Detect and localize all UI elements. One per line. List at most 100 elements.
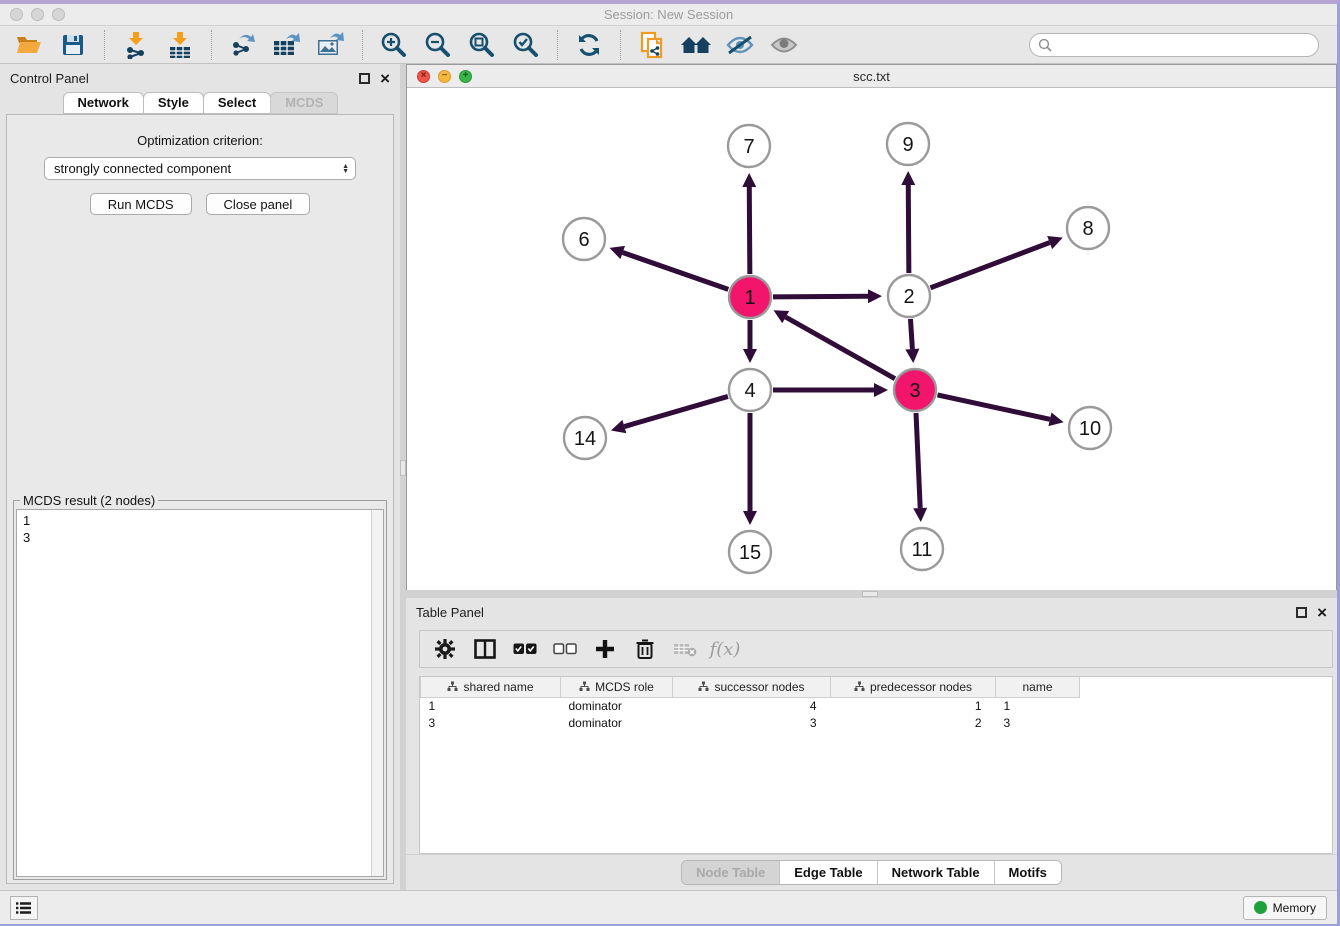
- float-panel-icon[interactable]: [359, 73, 370, 84]
- tab-motifs[interactable]: Motifs: [995, 861, 1061, 884]
- float-table-panel-icon[interactable]: [1296, 607, 1307, 618]
- node-table[interactable]: shared nameMCDS rolesuccessor nodesprede…: [419, 676, 1333, 854]
- vertical-split-divider[interactable]: [400, 64, 406, 890]
- edge-3-11[interactable]: [916, 413, 920, 508]
- tab-network[interactable]: Network: [63, 92, 144, 114]
- save-session-icon[interactable]: [54, 29, 92, 61]
- toolbar-separator: [557, 30, 558, 60]
- maximize-window-button[interactable]: [52, 8, 65, 21]
- node-3[interactable]: 3: [894, 369, 936, 411]
- edge-1-7[interactable]: [749, 187, 750, 274]
- table-cell[interactable]: 1: [831, 697, 996, 714]
- svg-text:10: 10: [1079, 418, 1101, 440]
- node-11[interactable]: 11: [901, 528, 943, 570]
- control-panel: Control Panel × NetworkStyleSelectMCDS O…: [0, 64, 400, 890]
- close-panel-icon[interactable]: ×: [380, 73, 390, 84]
- select-all-icon[interactable]: [510, 634, 540, 664]
- result-scrollbar[interactable]: [371, 510, 383, 876]
- export-image-icon[interactable]: [312, 29, 350, 61]
- table-cell[interactable]: 2: [831, 714, 996, 731]
- zoom-fit-icon[interactable]: [463, 29, 501, 61]
- hierarchy-icon: [447, 681, 458, 692]
- edge-3-10[interactable]: [937, 395, 1049, 419]
- clone-network-icon[interactable]: [633, 29, 671, 61]
- close-window-button[interactable]: [10, 8, 23, 21]
- column-view-icon[interactable]: [470, 634, 500, 664]
- export-network-icon[interactable]: [224, 29, 262, 61]
- export-table-icon[interactable]: [268, 29, 306, 61]
- minimize-window-button[interactable]: [31, 8, 44, 21]
- table-cell[interactable]: dominator: [561, 697, 673, 714]
- trash-icon[interactable]: [630, 634, 660, 664]
- edge-3-1[interactable]: [786, 317, 895, 379]
- deselect-all-icon[interactable]: [550, 634, 580, 664]
- node-1[interactable]: 1: [729, 276, 771, 318]
- import-network-icon[interactable]: [117, 29, 155, 61]
- column-header-predecessor-nodes[interactable]: predecessor nodes: [831, 677, 996, 697]
- svg-text:2: 2: [903, 286, 914, 308]
- close-panel-button[interactable]: Close panel: [206, 193, 311, 215]
- node-10[interactable]: 10: [1069, 407, 1111, 449]
- list-icon: [16, 901, 32, 915]
- tab-select[interactable]: Select: [203, 92, 271, 114]
- tab-network-table[interactable]: Network Table: [878, 861, 995, 884]
- gear-icon[interactable]: [430, 634, 460, 664]
- tab-edge-table[interactable]: Edge Table: [780, 861, 877, 884]
- column-header-MCDS-role[interactable]: MCDS role: [561, 677, 673, 697]
- edge-2-3[interactable]: [910, 319, 912, 349]
- zoom-in-icon[interactable]: [375, 29, 413, 61]
- column-header-shared-name[interactable]: shared name: [421, 677, 561, 697]
- hide-selected-icon[interactable]: [721, 29, 759, 61]
- table-cell[interactable]: 4: [673, 697, 831, 714]
- table-cell[interactable]: dominator: [561, 714, 673, 731]
- search-input[interactable]: [1058, 38, 1310, 52]
- table-cell[interactable]: 3: [996, 714, 1080, 731]
- table-row[interactable]: 1dominator411: [421, 697, 1080, 714]
- tab-style[interactable]: Style: [143, 92, 204, 114]
- edge-2-9[interactable]: [908, 185, 909, 273]
- open-file-icon[interactable]: [10, 29, 48, 61]
- show-all-icon[interactable]: [765, 29, 803, 61]
- zoom-out-icon[interactable]: [419, 29, 457, 61]
- tab-node-table[interactable]: Node Table: [682, 861, 780, 884]
- network-minimize-button[interactable]: −: [438, 70, 451, 83]
- add-icon[interactable]: [590, 634, 620, 664]
- home-icon[interactable]: [677, 29, 715, 61]
- svg-text:6: 6: [578, 229, 589, 251]
- layout-refresh-icon[interactable]: [570, 29, 608, 61]
- search-field[interactable]: [1029, 33, 1319, 57]
- column-header-name[interactable]: name: [996, 677, 1080, 697]
- tab-mcds[interactable]: MCDS: [270, 92, 338, 114]
- node-4[interactable]: 4: [729, 369, 771, 411]
- node-9[interactable]: 9: [887, 123, 929, 165]
- node-2[interactable]: 2: [888, 275, 930, 317]
- node-14[interactable]: 14: [564, 417, 606, 459]
- edge-4-14[interactable]: [624, 396, 728, 426]
- table-cell[interactable]: 1: [421, 697, 561, 714]
- table-cell[interactable]: 1: [996, 697, 1080, 714]
- task-history-button[interactable]: [10, 896, 38, 920]
- mcds-result-list: 13: [17, 510, 371, 876]
- svg-text:3: 3: [909, 380, 920, 402]
- node-8[interactable]: 8: [1067, 207, 1109, 249]
- close-table-panel-icon[interactable]: ×: [1317, 607, 1327, 618]
- network-zoom-button[interactable]: +: [459, 70, 472, 83]
- network-canvas[interactable]: 7 9 6 8 1 2 4 3 14 10 15 11: [407, 88, 1336, 594]
- table-cell[interactable]: 3: [421, 714, 561, 731]
- node-7[interactable]: 7: [728, 125, 770, 167]
- run-mcds-button[interactable]: Run MCDS: [90, 193, 192, 215]
- optimization-criterion-select[interactable]: strongly connected component ▲▼: [44, 157, 356, 180]
- network-close-button[interactable]: ×: [417, 70, 430, 83]
- memory-button[interactable]: Memory: [1243, 896, 1327, 920]
- table-cell[interactable]: 3: [673, 714, 831, 731]
- edge-2-8[interactable]: [931, 243, 1050, 288]
- edge-1-6[interactable]: [623, 253, 729, 290]
- node-15[interactable]: 15: [729, 531, 771, 573]
- edge-1-2[interactable]: [773, 296, 868, 297]
- node-6[interactable]: 6: [563, 218, 605, 260]
- zoom-selected-icon[interactable]: [507, 29, 545, 61]
- horizontal-split-divider[interactable]: [406, 590, 1337, 598]
- column-header-successor-nodes[interactable]: successor nodes: [673, 677, 831, 697]
- table-row[interactable]: 3dominator323: [421, 714, 1080, 731]
- import-table-icon[interactable]: [161, 29, 199, 61]
